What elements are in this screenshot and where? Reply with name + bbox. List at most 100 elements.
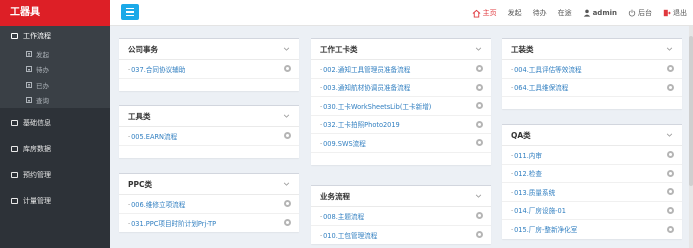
- panel-header[interactable]: 工装类: [502, 39, 682, 60]
- sidebar-subitem-launch[interactable]: 发起: [0, 46, 110, 62]
- link-text[interactable]: 037.合同协议辅助: [128, 64, 185, 74]
- menu-toggle-button[interactable]: [121, 4, 139, 20]
- user-name: admin: [592, 9, 617, 17]
- gear-icon[interactable]: [667, 188, 674, 196]
- panel-header[interactable]: 公司事务: [119, 39, 299, 60]
- link-text[interactable]: 013.质量系统: [511, 187, 555, 197]
- chevron-down-icon[interactable]: [666, 47, 673, 51]
- sidebar-subitem-done[interactable]: 已办: [0, 77, 110, 93]
- list-item[interactable]: 010.工包管理流程: [311, 226, 491, 245]
- link-text[interactable]: 064.工具维保流程: [511, 82, 568, 92]
- app-brand[interactable]: 工器具: [0, 0, 110, 26]
- nav-logout[interactable]: 退出: [663, 8, 687, 18]
- power-icon: [628, 9, 636, 17]
- hamburger-icon: [126, 8, 134, 10]
- panel-title: PPC类: [128, 179, 152, 189]
- link-text[interactable]: 008.主题流程: [320, 211, 364, 221]
- list-item[interactable]: 064.工具维保流程: [502, 79, 682, 97]
- nav-todo[interactable]: 待办: [533, 8, 547, 18]
- sidebar-item-reservation[interactable]: 预约管理: [0, 162, 110, 188]
- list-item[interactable]: 030.工卡WorkSheetsLib(工卡新增): [311, 97, 491, 116]
- link-text[interactable]: 002.通知工具管理员准备流程: [320, 64, 410, 74]
- nav-home[interactable]: 主页: [472, 8, 497, 18]
- list-item[interactable]: 008.主题流程: [311, 207, 491, 226]
- list-item[interactable]: 009.SWS流程: [311, 134, 491, 153]
- chevron-down-icon[interactable]: [283, 182, 290, 186]
- gear-icon[interactable]: [476, 139, 483, 147]
- gear-icon[interactable]: [667, 83, 674, 91]
- nav-in-progress[interactable]: 在途: [558, 8, 572, 18]
- gear-icon[interactable]: [667, 151, 674, 159]
- link-text[interactable]: 032.工卡拍照Photo2019: [320, 119, 400, 129]
- folder-icon: [11, 146, 18, 152]
- link-text[interactable]: 011.内审: [511, 150, 542, 160]
- panel-header[interactable]: QA类: [502, 125, 682, 146]
- list-item[interactable]: 004.工具评估等效流程: [502, 60, 682, 79]
- panel-header[interactable]: 工具类: [119, 106, 299, 127]
- gear-icon[interactable]: [667, 225, 674, 233]
- list-item[interactable]: 014.厂房设施-01: [502, 202, 682, 220]
- gear-icon[interactable]: [476, 120, 483, 128]
- panel-header[interactable]: PPC类: [119, 174, 299, 195]
- chevron-down-icon[interactable]: [283, 47, 290, 51]
- sidebar-item-metrology[interactable]: 计量管理: [0, 188, 110, 214]
- sidebar-item-workflow[interactable]: 工作流程: [0, 26, 110, 46]
- scrollbar-thumb[interactable]: [689, 36, 693, 186]
- gear-icon[interactable]: [476, 212, 483, 220]
- folder-icon: [11, 198, 18, 204]
- list-item[interactable]: 006.维修立项流程: [119, 195, 299, 214]
- panel-header[interactable]: 工作工卡类: [311, 39, 491, 60]
- gear-icon[interactable]: [284, 65, 291, 73]
- chevron-down-icon[interactable]: [666, 133, 673, 137]
- list-icon: [26, 81, 32, 88]
- list-item[interactable]: 031.PPC项目时阶计划Prj-TP: [119, 214, 299, 233]
- gear-icon[interactable]: [476, 83, 483, 91]
- nav-launch[interactable]: 发起: [508, 8, 522, 18]
- chevron-down-icon[interactable]: [475, 47, 482, 51]
- link-text[interactable]: 010.工包管理流程: [320, 230, 377, 240]
- chevron-down-icon[interactable]: [283, 114, 290, 118]
- link-text[interactable]: 005.EARN流程: [128, 131, 177, 141]
- link-text[interactable]: 003.通知航材协调员准备流程: [320, 82, 410, 92]
- sidebar-item-label: 工作流程: [23, 32, 51, 40]
- gear-icon[interactable]: [284, 132, 291, 140]
- list-item[interactable]: 012.检查: [502, 165, 682, 183]
- gear-icon[interactable]: [476, 65, 483, 73]
- link-text[interactable]: 014.厂房设施-01: [511, 205, 566, 215]
- list-item[interactable]: 037.合同协议辅助: [119, 60, 299, 79]
- link-text[interactable]: 012.检查: [511, 168, 542, 178]
- list-item[interactable]: 011.内审: [502, 146, 682, 165]
- link-text[interactable]: 006.维修立项流程: [128, 199, 185, 209]
- link-text[interactable]: 004.工具评估等效流程: [511, 64, 581, 74]
- gear-icon[interactable]: [667, 206, 674, 214]
- nav-home-label: 主页: [482, 9, 497, 17]
- panel-header[interactable]: 业务流程: [311, 186, 491, 207]
- link-text[interactable]: 030.工卡WorkSheetsLib(工卡新增): [320, 101, 431, 111]
- list-item[interactable]: 002.通知工具管理员准备流程: [311, 60, 491, 79]
- nav-backend[interactable]: 后台: [628, 8, 652, 18]
- gear-icon[interactable]: [284, 200, 291, 208]
- page-scrollbar[interactable]: [689, 26, 693, 248]
- gear-icon[interactable]: [476, 102, 483, 110]
- sidebar-subitem-todo[interactable]: 待办: [0, 62, 110, 78]
- gear-icon[interactable]: [667, 65, 674, 73]
- folder-icon: [11, 172, 18, 178]
- chevron-down-icon[interactable]: [475, 194, 482, 198]
- list-item[interactable]: 015.厂房-整新净化室: [502, 220, 682, 239]
- sidebar-subitem-query[interactable]: 查询: [0, 93, 110, 109]
- list-item[interactable]: 005.EARN流程: [119, 127, 299, 146]
- panel-title: 公司事务: [128, 44, 158, 54]
- list-item[interactable]: 013.质量系统: [502, 183, 682, 202]
- sidebar-item-basic-info[interactable]: 基础信息: [0, 110, 110, 136]
- link-text[interactable]: 015.厂房-整新净化室: [511, 224, 577, 234]
- link-text[interactable]: 009.SWS流程: [320, 138, 366, 148]
- list-item[interactable]: 003.通知航材协调员准备流程: [311, 79, 491, 97]
- list-item[interactable]: 032.工卡拍照Photo2019: [311, 116, 491, 134]
- nav-user[interactable]: admin: [583, 9, 617, 17]
- sidebar-item-warehouse[interactable]: 库房数据: [0, 136, 110, 162]
- gear-icon[interactable]: [476, 231, 483, 239]
- link-text[interactable]: 031.PPC项目时阶计划Prj-TP: [128, 218, 216, 228]
- sidebar-subitem-label: 已办: [36, 81, 49, 90]
- gear-icon[interactable]: [284, 219, 291, 227]
- gear-icon[interactable]: [667, 169, 674, 177]
